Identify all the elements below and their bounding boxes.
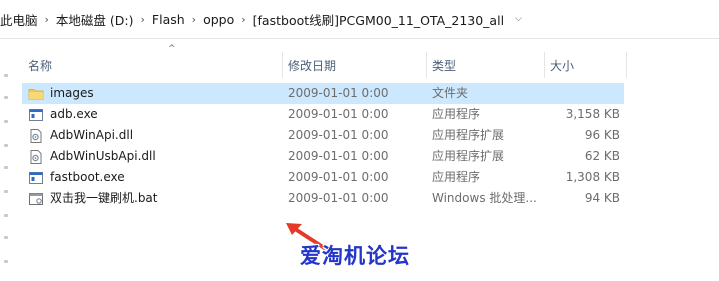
file-row[interactable]: fastboot.exe 2009-01-01 0:00 应用程序 1,308 … bbox=[22, 167, 624, 188]
file-date: 2009-01-01 0:00 bbox=[288, 191, 389, 205]
breadcrumb-separator-icon[interactable]: › bbox=[139, 13, 147, 26]
file-row[interactable]: 双击我一键刷机.bat 2009-01-01 0:00 Windows 批处理.… bbox=[22, 188, 624, 209]
breadcrumb-separator-icon[interactable]: › bbox=[239, 13, 247, 26]
breadcrumb-separator-icon[interactable]: › bbox=[43, 13, 51, 26]
nav-tick bbox=[4, 260, 8, 263]
nav-tick bbox=[4, 236, 8, 239]
file-name: 双击我一键刷机.bat bbox=[50, 191, 158, 205]
folder-icon bbox=[28, 88, 44, 100]
file-name: fastboot.exe bbox=[50, 170, 125, 184]
breadcrumb: 此电脑 › 本地磁盘 (D:) › Flash › oppo › [fastbo… bbox=[0, 0, 522, 38]
file-name-cell: fastboot.exe bbox=[28, 167, 278, 188]
file-size: 94 KB bbox=[584, 191, 620, 205]
file-name: AdbWinUsbApi.dll bbox=[50, 149, 156, 163]
column-divider[interactable] bbox=[626, 52, 627, 78]
exe-icon bbox=[29, 108, 43, 121]
file-row[interactable]: images 2009-01-01 0:00 文件夹 bbox=[22, 83, 624, 104]
breadcrumb-history-chevron-icon[interactable]: ⌵ bbox=[509, 14, 522, 24]
breadcrumb-separator-icon[interactable]: › bbox=[190, 13, 198, 26]
nav-tick bbox=[4, 214, 8, 217]
file-list: images 2009-01-01 0:00 文件夹 adb.exe 2009-… bbox=[22, 83, 624, 209]
file-type: 文件夹 bbox=[432, 86, 469, 100]
file-date: 2009-01-01 0:00 bbox=[288, 128, 389, 142]
breadcrumb-item-oppo[interactable]: oppo bbox=[198, 12, 239, 27]
breadcrumb-item-this-pc[interactable]: 此电脑 bbox=[0, 10, 43, 29]
file-name-cell: adb.exe bbox=[28, 104, 278, 125]
navigation-pane-edge[interactable] bbox=[0, 38, 16, 281]
address-bar[interactable]: 此电脑 › 本地磁盘 (D:) › Flash › oppo › [fastbo… bbox=[0, 0, 719, 39]
exe-icon bbox=[29, 171, 43, 184]
nav-tick bbox=[4, 144, 8, 147]
file-row[interactable]: adb.exe 2009-01-01 0:00 应用程序 3,158 KB bbox=[22, 104, 624, 125]
file-date: 2009-01-01 0:00 bbox=[288, 86, 389, 100]
forum-watermark: 爱淘机论坛 bbox=[300, 244, 410, 268]
file-name-cell: 双击我一键刷机.bat bbox=[28, 188, 278, 209]
file-type: 应用程序 bbox=[432, 107, 481, 121]
nav-tick bbox=[4, 166, 8, 169]
file-size: 62 KB bbox=[584, 149, 620, 163]
file-type: Windows 批处理... bbox=[432, 191, 537, 205]
breadcrumb-item-current-folder[interactable]: [fastboot线刷]PCGM00_11_OTA_2130_all bbox=[248, 10, 509, 29]
column-header-type[interactable]: 类型 bbox=[426, 55, 544, 77]
file-explorer-window: 此电脑 › 本地磁盘 (D:) › Flash › oppo › [fastbo… bbox=[0, 0, 719, 281]
file-type: 应用程序 bbox=[432, 170, 481, 184]
breadcrumb-item-drive-d[interactable]: 本地磁盘 (D:) bbox=[51, 10, 139, 29]
column-header-date[interactable]: 修改日期 bbox=[282, 55, 426, 77]
file-name-cell: AdbWinApi.dll bbox=[28, 125, 278, 146]
file-date: 2009-01-01 0:00 bbox=[288, 107, 389, 121]
file-type: 应用程序扩展 bbox=[432, 149, 505, 163]
file-row[interactable]: AdbWinApi.dll 2009-01-01 0:00 应用程序扩展 96 … bbox=[22, 125, 624, 146]
nav-tick bbox=[4, 190, 8, 193]
breadcrumb-item-flash[interactable]: Flash bbox=[147, 12, 190, 27]
file-type: 应用程序扩展 bbox=[432, 128, 505, 142]
nav-tick bbox=[4, 120, 8, 123]
file-size: 1,308 KB bbox=[565, 170, 620, 184]
nav-tick bbox=[4, 74, 8, 77]
column-header-row: ^ 名称 修改日期 类型 大小 bbox=[22, 44, 712, 80]
file-name-cell: images bbox=[28, 83, 278, 104]
nav-tick bbox=[4, 96, 8, 99]
file-date: 2009-01-01 0:00 bbox=[288, 149, 389, 163]
bat-icon bbox=[29, 192, 43, 205]
file-size: 3,158 KB bbox=[565, 107, 620, 121]
file-name-cell: AdbWinUsbApi.dll bbox=[28, 146, 278, 167]
file-name: AdbWinApi.dll bbox=[50, 128, 134, 142]
dll-icon bbox=[30, 128, 42, 143]
file-name: adb.exe bbox=[50, 107, 98, 121]
column-header-name[interactable]: 名称 bbox=[22, 55, 278, 77]
file-row[interactable]: AdbWinUsbApi.dll 2009-01-01 0:00 应用程序扩展 … bbox=[22, 146, 624, 167]
file-size: 96 KB bbox=[584, 128, 620, 142]
column-header-size[interactable]: 大小 bbox=[544, 55, 626, 77]
dll-icon bbox=[30, 149, 42, 164]
file-date: 2009-01-01 0:00 bbox=[288, 170, 389, 184]
file-name: images bbox=[50, 86, 94, 100]
sort-ascending-icon: ^ bbox=[168, 44, 176, 54]
